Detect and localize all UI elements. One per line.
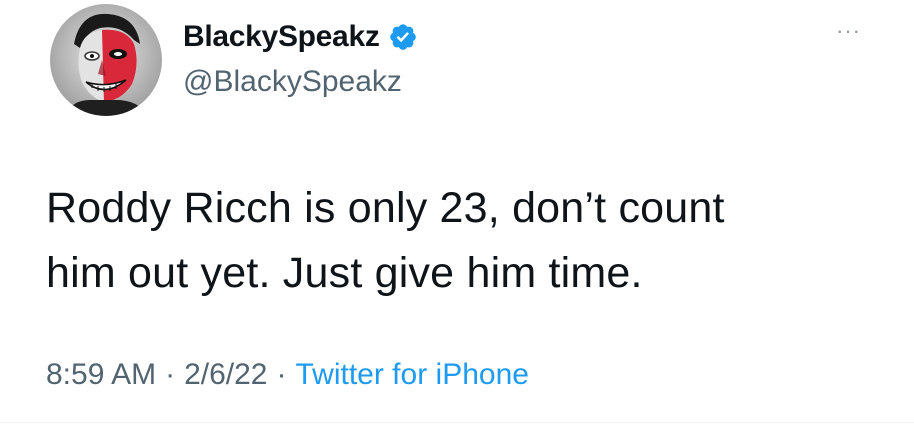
more-options-icon[interactable]: ··· bbox=[836, 18, 861, 44]
meta-separator: · bbox=[276, 358, 287, 391]
verified-badge-icon bbox=[389, 24, 416, 50]
tweet-card: BlackySpeakz @BlackySpeakz ··· Roddy Ric… bbox=[0, 0, 914, 433]
meta-separator: · bbox=[165, 358, 176, 391]
tweet-time[interactable]: 8:59 AM bbox=[46, 358, 156, 392]
author-display-name[interactable]: BlackySpeakz bbox=[183, 20, 380, 54]
tweet-source[interactable]: Twitter for iPhone bbox=[296, 358, 529, 392]
avatar-image bbox=[50, 4, 162, 116]
tweet-meta: 8:59 AM · 2/6/22 · Twitter for iPhone bbox=[46, 358, 529, 392]
tweet-text-line-2: him out yet. Just give him time. bbox=[46, 249, 643, 297]
avatar[interactable] bbox=[50, 4, 162, 116]
tweet-date[interactable]: 2/6/22 bbox=[184, 358, 267, 392]
tweet-text-line-1: Roddy Ricch is only 23, don’t count bbox=[46, 184, 725, 232]
author-name-row: BlackySpeakz bbox=[183, 20, 418, 54]
divider bbox=[0, 422, 914, 423]
tweet-text: Roddy Ricch is only 23, don’t count him … bbox=[46, 176, 866, 306]
author-handle[interactable]: @BlackySpeakz bbox=[183, 65, 402, 99]
